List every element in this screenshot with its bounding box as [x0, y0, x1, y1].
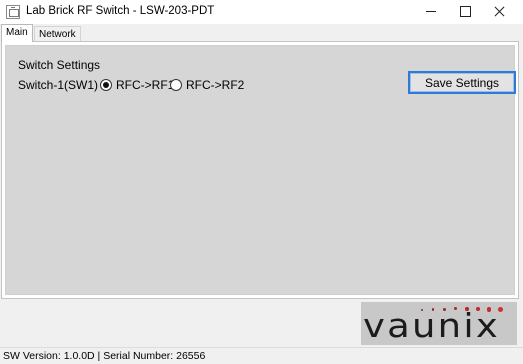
serial-number: Serial Number: 26556	[103, 350, 206, 362]
radio-rfc-rf1-label[interactable]: RFC->RF1	[116, 78, 174, 92]
radio-rfc-rf2-label[interactable]: RFC->RF2	[186, 78, 244, 92]
minimize-icon[interactable]	[414, 0, 448, 24]
switch-label: Switch-1(SW1)	[18, 78, 99, 92]
tab-main[interactable]: Main	[1, 24, 33, 42]
status-info: SW Version: 1.0.0D | Serial Number: 2655…	[3, 350, 206, 362]
status-bar: SW Version: 1.0.0D | Serial Number: 2655…	[0, 347, 523, 364]
switch-settings-panel: Switch Settings Switch-1(SW1) RFC->RF1 R…	[5, 45, 516, 295]
main-tab-page: Switch Settings Switch-1(SW1) RFC->RF1 R…	[1, 41, 519, 299]
title-bar: Lab Brick RF Switch - LSW-203-PDT	[0, 0, 523, 24]
logo-text: vaunix	[363, 306, 500, 345]
vaunix-logo: vaunix	[361, 302, 517, 345]
window-title: Lab Brick RF Switch - LSW-203-PDT	[26, 5, 215, 17]
radio-rfc-rf1[interactable]	[100, 79, 112, 91]
tab-network[interactable]: Network	[34, 26, 81, 42]
tab-strip: Main Network	[0, 24, 523, 42]
sw-version: SW Version: 1.0.0D	[3, 350, 95, 362]
app-icon	[6, 5, 20, 19]
save-settings-button[interactable]: Save Settings	[408, 71, 516, 94]
radio-rfc-rf2[interactable]	[170, 79, 182, 91]
group-title: Switch Settings	[18, 58, 101, 72]
maximize-icon[interactable]	[448, 0, 482, 24]
close-icon[interactable]	[483, 0, 517, 24]
